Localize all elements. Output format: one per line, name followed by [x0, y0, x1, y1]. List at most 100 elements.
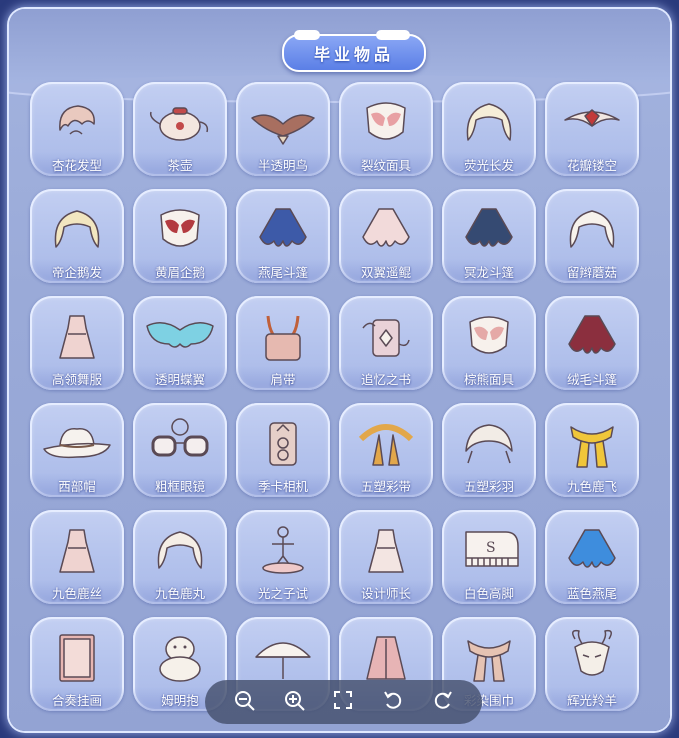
item-label: 九色鹿飞 [545, 473, 639, 497]
hair-icon [442, 90, 536, 150]
item-tile[interactable]: 黄眉企鹅 [133, 189, 227, 283]
camera-icon [236, 411, 330, 471]
item-label: 帝企鹅发 [30, 259, 124, 283]
strap-icon [236, 304, 330, 364]
item-tile[interactable]: 半透明鸟 [236, 82, 330, 176]
item-tile[interactable]: 裂纹面具 [339, 82, 433, 176]
mask-icon [339, 90, 433, 150]
painting-icon [30, 625, 124, 685]
item-tile[interactable]: 帝企鹅发 [30, 189, 124, 283]
zoom-out-icon [232, 688, 256, 716]
item-tile[interactable]: 高领舞服 [30, 296, 124, 390]
item-label: 双翼遥鲲 [339, 259, 433, 283]
figure-icon [236, 518, 330, 578]
book-icon [339, 304, 433, 364]
item-label: 粗框眼镜 [133, 473, 227, 497]
fullscreen-icon [331, 688, 355, 716]
plush-icon [133, 625, 227, 685]
item-tile[interactable]: 留辫蘑菇 [545, 189, 639, 283]
item-tile[interactable]: 冥龙斗篷 [442, 189, 536, 283]
item-tile[interactable]: 辉光羚羊 [545, 617, 639, 711]
hair-icon [545, 197, 639, 257]
item-tile[interactable]: 光之子试 [236, 510, 330, 604]
item-tile[interactable]: 九色鹿飞 [545, 403, 639, 497]
item-tile[interactable]: S 白色高脚 [442, 510, 536, 604]
bird-icon [236, 90, 330, 150]
item-tile[interactable]: 双翼遥鲲 [339, 189, 433, 283]
zoom-in-icon [282, 688, 306, 716]
item-tile[interactable]: 杏花发型 [30, 82, 124, 176]
item-tile[interactable]: 五塑彩带 [339, 403, 433, 497]
rotate-right-button[interactable] [429, 688, 457, 716]
hair-icon [133, 518, 227, 578]
item-tile[interactable]: 透明蝶翼 [133, 296, 227, 390]
feather-icon [442, 411, 536, 471]
glasses-icon [133, 411, 227, 471]
item-tile[interactable]: 肩带 [236, 296, 330, 390]
item-label: 蓝色燕尾 [545, 580, 639, 604]
item-label: 辉光羚羊 [545, 687, 639, 711]
item-tile[interactable]: 五塑彩羽 [442, 403, 536, 497]
item-label: 高领舞服 [30, 366, 124, 390]
item-tile[interactable]: 九色鹿丸 [133, 510, 227, 604]
page-title: 毕业物品 [313, 45, 394, 64]
item-label: 花瓣镂空 [545, 152, 639, 176]
item-label: 半透明鸟 [236, 152, 330, 176]
rotate-left-button[interactable] [379, 688, 407, 716]
item-tile[interactable]: 燕尾斗篷 [236, 189, 330, 283]
item-tile[interactable]: 棕熊面具 [442, 296, 536, 390]
zoom-out-button[interactable] [230, 688, 258, 716]
item-label: 裂纹面具 [339, 152, 433, 176]
item-tile[interactable]: 茶壶 [133, 82, 227, 176]
item-grid: 杏花发型 茶壶 半透明鸟 裂纹面具 荧光长发 花瓣镂空帝企鹅发 黄眉企鹅 燕尾斗篷 双翼遥鲲 冥龙… [30, 82, 639, 711]
item-label: 季卡相机 [236, 473, 330, 497]
item-label: 绒毛斗篷 [545, 366, 639, 390]
cape-icon [442, 197, 536, 257]
item-label: 五塑彩羽 [442, 473, 536, 497]
hairstyle-icon [30, 90, 124, 150]
item-label: 西部帽 [30, 473, 124, 497]
petal-headwear-icon [545, 90, 639, 150]
item-tile[interactable]: 花瓣镂空 [545, 82, 639, 176]
rotate-right-icon [431, 688, 455, 716]
item-label: 留辫蘑菇 [545, 259, 639, 283]
zoom-in-button[interactable] [280, 688, 308, 716]
title-badge: 毕业物品 [282, 30, 426, 72]
item-tile[interactable]: 追忆之书 [339, 296, 433, 390]
item-label: 九色鹿丝 [30, 580, 124, 604]
wing-icon [133, 304, 227, 364]
item-tile[interactable]: 季卡相机 [236, 403, 330, 497]
outfit-icon [30, 518, 124, 578]
fullscreen-button[interactable] [329, 688, 357, 716]
item-tile[interactable]: 西部帽 [30, 403, 124, 497]
item-tile[interactable]: 蓝色燕尾 [545, 510, 639, 604]
item-label: 白色高脚 [442, 580, 536, 604]
item-tile[interactable]: 九色鹿丝 [30, 510, 124, 604]
item-tile[interactable]: 绒毛斗篷 [545, 296, 639, 390]
item-label: 设计师长 [339, 580, 433, 604]
cape-icon [236, 197, 330, 257]
antelope-mask-icon [545, 625, 639, 685]
ribbon-icon [339, 411, 433, 471]
outfit-icon [339, 518, 433, 578]
item-label: 燕尾斗篷 [236, 259, 330, 283]
mask-icon [442, 304, 536, 364]
item-label: 九色鹿丸 [133, 580, 227, 604]
coat-icon [339, 625, 433, 685]
snow-decoration [376, 30, 410, 40]
piano-icon: S [442, 518, 536, 578]
umbrella-icon [236, 625, 330, 685]
item-label: 杏花发型 [30, 152, 124, 176]
item-tile[interactable]: 设计师长 [339, 510, 433, 604]
item-tile[interactable]: 粗框眼镜 [133, 403, 227, 497]
item-label: 棕熊面具 [442, 366, 536, 390]
mask-icon [133, 197, 227, 257]
item-tile[interactable]: 荧光长发 [442, 82, 536, 176]
item-label: 五塑彩带 [339, 473, 433, 497]
item-tile[interactable]: 合奏挂画 [30, 617, 124, 711]
hair-icon [30, 197, 124, 257]
item-label: 茶壶 [133, 152, 227, 176]
scarf-icon [442, 625, 536, 685]
hat-icon [30, 411, 124, 471]
item-label: 追忆之书 [339, 366, 433, 390]
